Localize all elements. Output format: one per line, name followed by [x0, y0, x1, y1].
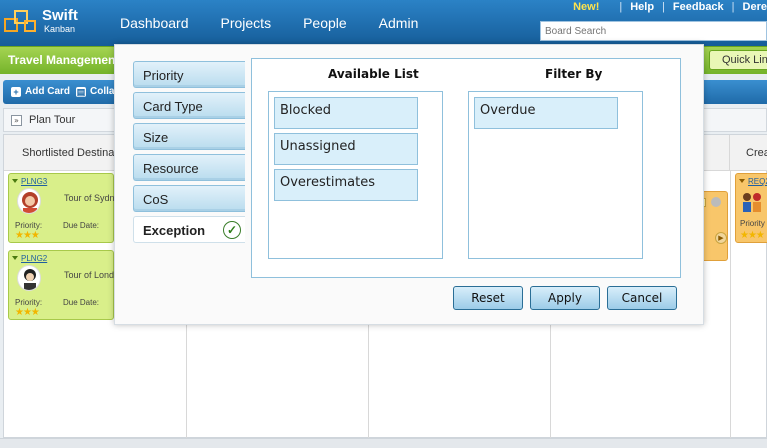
new-link[interactable]: New!: [573, 1, 599, 13]
reset-button[interactable]: Reset: [453, 286, 523, 310]
card-id[interactable]: REQ2: [748, 177, 767, 186]
priority-label: Priority:: [15, 221, 43, 230]
tab-label: Priority: [143, 68, 184, 83]
kanban-card[interactable]: REQ2 Priority ★★★: [735, 173, 767, 243]
tab-label: Resource: [143, 161, 199, 176]
nav-projects[interactable]: Projects: [221, 15, 272, 31]
brand-name: Swift: [42, 7, 78, 24]
board-search-input[interactable]: [541, 22, 766, 40]
column-header-create[interactable]: Crea: [730, 135, 767, 171]
list-item[interactable]: Overdue: [474, 97, 618, 129]
column-divider: [730, 171, 731, 439]
card-expand-icon[interactable]: [739, 179, 745, 183]
horizontal-scrollbar[interactable]: [0, 438, 767, 448]
card-title: Tour of Lond: [64, 270, 115, 280]
card-expand-icon[interactable]: [12, 179, 18, 183]
collapse-icon: ▤: [76, 86, 86, 97]
logo-squares-icon: [4, 10, 38, 36]
filter-by-list[interactable]: Overdue: [468, 91, 643, 259]
avatar: [740, 190, 764, 212]
chevron-down-icon[interactable]: »: [11, 115, 22, 126]
logo[interactable]: Swift Kanban: [4, 6, 86, 40]
cancel-button[interactable]: Cancel: [607, 286, 677, 310]
help-link[interactable]: Help: [630, 1, 654, 13]
tab-label: Card Type: [143, 99, 203, 114]
tab-resource[interactable]: Resource: [133, 154, 245, 181]
add-card-label: Add Card: [25, 86, 70, 97]
priority-label: Priority: [740, 219, 765, 228]
separator: |: [662, 1, 665, 13]
tab-label: Size: [143, 130, 169, 145]
kanban-card[interactable]: PLNG3 Tour of Sydn Priority: Due Date: ★…: [8, 173, 115, 243]
list-item[interactable]: Blocked: [274, 97, 418, 129]
star-icon: ★★★: [15, 307, 40, 318]
apply-button[interactable]: Apply: [530, 286, 600, 310]
star-icon: ★★★: [15, 230, 40, 241]
tab-label: CoS: [143, 192, 169, 207]
avatar: [17, 188, 41, 214]
card-expand-icon[interactable]: [12, 256, 18, 260]
filter-tabs: Priority Card Type Size Resource CoS Exc…: [133, 61, 247, 247]
star-icon: ★★★: [740, 230, 765, 241]
nav-people[interactable]: People: [303, 15, 347, 31]
avatar: [17, 265, 41, 291]
board-search: [540, 21, 767, 41]
quick-links-button[interactable]: Quick Lin: [709, 50, 767, 70]
main-nav: Dashboard Projects People Admin: [120, 15, 450, 31]
available-list[interactable]: Blocked Unassigned Overestimates: [268, 91, 443, 259]
tab-size[interactable]: Size: [133, 123, 245, 150]
list-item[interactable]: Unassigned: [274, 133, 418, 165]
list-item[interactable]: Overestimates: [274, 169, 418, 201]
due-date-label: Due Date:: [63, 298, 100, 307]
filter-by-header: Filter By: [545, 67, 603, 81]
filter-panel: Available List Filter By Blocked Unassig…: [251, 58, 681, 278]
available-list-header: Available List: [328, 67, 419, 81]
card-id[interactable]: PLNG3: [21, 177, 47, 186]
feedback-link[interactable]: Feedback: [673, 1, 724, 13]
nav-admin[interactable]: Admin: [379, 15, 419, 31]
collapse-label: Colla: [90, 86, 115, 97]
kanban-card[interactable]: PLNG2 Tour of Lond Priority: Due Date: ★…: [8, 250, 114, 320]
tab-card-type[interactable]: Card Type: [133, 92, 245, 119]
add-card-icon: +: [11, 86, 21, 97]
priority-label: Priority:: [15, 298, 43, 307]
play-icon[interactable]: ▶: [715, 232, 727, 244]
menu-icon[interactable]: [711, 197, 721, 207]
due-date-label: Due Date:: [63, 221, 100, 230]
collapse-button[interactable]: ▤ Colla: [76, 86, 114, 97]
tab-label: Exception: [143, 223, 206, 238]
top-links: New! | Help | Feedback | Dere: [573, 0, 767, 14]
card-id[interactable]: PLNG2: [21, 254, 47, 263]
add-card-button[interactable]: + Add Card: [11, 86, 70, 97]
tab-exception[interactable]: Exception ✓: [133, 216, 245, 243]
top-bar: Swift Kanban Dashboard Projects People A…: [0, 0, 767, 46]
separator: |: [619, 1, 623, 13]
separator: |: [731, 1, 735, 13]
filter-dialog: Priority Card Type Size Resource CoS Exc…: [114, 44, 704, 325]
project-title[interactable]: Travel Management: [8, 53, 119, 67]
user-link[interactable]: Dere: [743, 1, 767, 13]
plan-label: Plan Tour: [29, 114, 76, 126]
tab-priority[interactable]: Priority: [133, 61, 245, 88]
brand-sub: Kanban: [44, 24, 76, 34]
card-title: Tour of Sydn: [64, 193, 115, 203]
nav-dashboard[interactable]: Dashboard: [120, 15, 189, 31]
tab-cos[interactable]: CoS: [133, 185, 245, 212]
check-icon: ✓: [223, 221, 241, 239]
